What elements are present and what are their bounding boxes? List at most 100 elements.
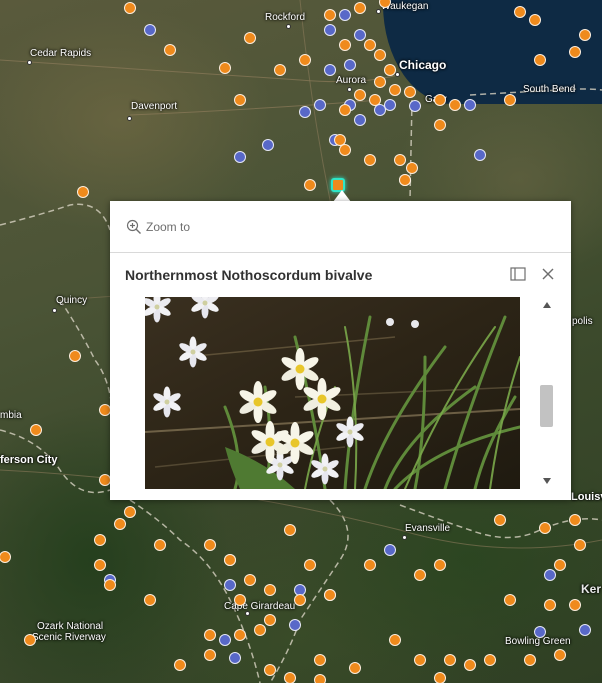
- orange-observation-marker[interactable]: [144, 594, 156, 606]
- orange-observation-marker[interactable]: [244, 574, 256, 586]
- orange-observation-marker[interactable]: [234, 629, 246, 641]
- orange-observation-marker[interactable]: [544, 599, 556, 611]
- blue-observation-marker[interactable]: [224, 579, 236, 591]
- orange-observation-marker[interactable]: [164, 44, 176, 56]
- blue-observation-marker[interactable]: [324, 64, 336, 76]
- orange-observation-marker[interactable]: [224, 554, 236, 566]
- orange-observation-marker[interactable]: [299, 54, 311, 66]
- orange-observation-marker[interactable]: [364, 559, 376, 571]
- orange-observation-marker[interactable]: [284, 672, 296, 683]
- orange-observation-marker[interactable]: [124, 2, 136, 14]
- orange-observation-marker[interactable]: [244, 32, 256, 44]
- orange-observation-marker[interactable]: [434, 672, 446, 683]
- orange-observation-marker[interactable]: [514, 6, 526, 18]
- blue-observation-marker[interactable]: [544, 569, 556, 581]
- orange-observation-marker[interactable]: [406, 162, 418, 174]
- orange-observation-marker[interactable]: [24, 634, 36, 646]
- orange-observation-marker[interactable]: [204, 649, 216, 661]
- orange-observation-marker[interactable]: [484, 654, 496, 666]
- blue-observation-marker[interactable]: [144, 24, 156, 36]
- orange-observation-marker[interactable]: [254, 624, 266, 636]
- orange-observation-marker[interactable]: [569, 514, 581, 526]
- orange-observation-marker[interactable]: [114, 518, 126, 530]
- orange-observation-marker[interactable]: [30, 424, 42, 436]
- blue-observation-marker[interactable]: [534, 626, 546, 638]
- orange-observation-marker[interactable]: [494, 514, 506, 526]
- orange-observation-marker[interactable]: [569, 46, 581, 58]
- blue-observation-marker[interactable]: [324, 24, 336, 36]
- dock-button[interactable]: [509, 265, 527, 283]
- orange-observation-marker[interactable]: [339, 39, 351, 51]
- orange-observation-marker[interactable]: [574, 539, 586, 551]
- orange-observation-marker[interactable]: [389, 84, 401, 96]
- blue-observation-marker[interactable]: [384, 99, 396, 111]
- orange-observation-marker[interactable]: [374, 49, 386, 61]
- orange-observation-marker[interactable]: [529, 14, 541, 26]
- orange-observation-marker[interactable]: [434, 559, 446, 571]
- orange-observation-marker[interactable]: [264, 664, 276, 676]
- orange-observation-marker[interactable]: [284, 524, 296, 536]
- blue-observation-marker[interactable]: [219, 634, 231, 646]
- orange-observation-marker[interactable]: [389, 634, 401, 646]
- orange-observation-marker[interactable]: [444, 654, 456, 666]
- orange-observation-marker[interactable]: [354, 2, 366, 14]
- orange-observation-marker[interactable]: [434, 119, 446, 131]
- blue-observation-marker[interactable]: [299, 106, 311, 118]
- orange-observation-marker[interactable]: [349, 662, 361, 674]
- orange-observation-marker[interactable]: [94, 559, 106, 571]
- orange-observation-marker[interactable]: [404, 86, 416, 98]
- orange-observation-marker[interactable]: [579, 29, 591, 41]
- orange-observation-marker[interactable]: [524, 654, 536, 666]
- orange-observation-marker[interactable]: [69, 350, 81, 362]
- blue-observation-marker[interactable]: [344, 59, 356, 71]
- blue-observation-marker[interactable]: [234, 151, 246, 163]
- orange-observation-marker[interactable]: [399, 174, 411, 186]
- orange-observation-marker[interactable]: [534, 54, 546, 66]
- orange-observation-marker[interactable]: [369, 94, 381, 106]
- blue-observation-marker[interactable]: [354, 114, 366, 126]
- orange-observation-marker[interactable]: [364, 154, 376, 166]
- close-button[interactable]: [539, 265, 557, 283]
- scroll-thumb[interactable]: [540, 385, 553, 427]
- orange-observation-marker[interactable]: [384, 64, 396, 76]
- orange-observation-marker[interactable]: [304, 179, 316, 191]
- orange-observation-marker[interactable]: [414, 569, 426, 581]
- orange-observation-marker[interactable]: [234, 594, 246, 606]
- orange-observation-marker[interactable]: [394, 154, 406, 166]
- orange-observation-marker[interactable]: [204, 539, 216, 551]
- orange-observation-marker[interactable]: [539, 522, 551, 534]
- orange-observation-marker[interactable]: [414, 654, 426, 666]
- orange-observation-marker[interactable]: [364, 39, 376, 51]
- orange-observation-marker[interactable]: [354, 89, 366, 101]
- blue-observation-marker[interactable]: [464, 99, 476, 111]
- orange-observation-marker[interactable]: [104, 579, 116, 591]
- orange-observation-marker[interactable]: [339, 144, 351, 156]
- orange-observation-marker[interactable]: [554, 559, 566, 571]
- orange-observation-marker[interactable]: [154, 539, 166, 551]
- orange-observation-marker[interactable]: [274, 64, 286, 76]
- scroll-down-arrow[interactable]: [543, 478, 551, 484]
- orange-observation-marker[interactable]: [504, 594, 516, 606]
- orange-observation-marker[interactable]: [234, 94, 246, 106]
- orange-observation-marker[interactable]: [314, 654, 326, 666]
- zoom-to-button[interactable]: Zoom to: [110, 201, 571, 253]
- orange-observation-marker[interactable]: [449, 99, 461, 111]
- blue-observation-marker[interactable]: [384, 544, 396, 556]
- orange-observation-marker[interactable]: [124, 506, 136, 518]
- orange-observation-marker[interactable]: [204, 629, 216, 641]
- blue-observation-marker[interactable]: [409, 100, 421, 112]
- orange-observation-marker[interactable]: [374, 76, 386, 88]
- orange-observation-marker[interactable]: [174, 659, 186, 671]
- blue-observation-marker[interactable]: [262, 139, 274, 151]
- orange-observation-marker[interactable]: [324, 9, 336, 21]
- orange-observation-marker[interactable]: [264, 584, 276, 596]
- orange-observation-marker[interactable]: [504, 94, 516, 106]
- orange-observation-marker[interactable]: [77, 186, 89, 198]
- orange-observation-marker[interactable]: [324, 589, 336, 601]
- scroll-up-arrow[interactable]: [543, 302, 551, 308]
- orange-observation-marker[interactable]: [314, 674, 326, 683]
- orange-observation-marker[interactable]: [464, 659, 476, 671]
- popup-scrollbar[interactable]: [540, 297, 554, 489]
- orange-observation-marker[interactable]: [339, 104, 351, 116]
- orange-observation-marker[interactable]: [219, 62, 231, 74]
